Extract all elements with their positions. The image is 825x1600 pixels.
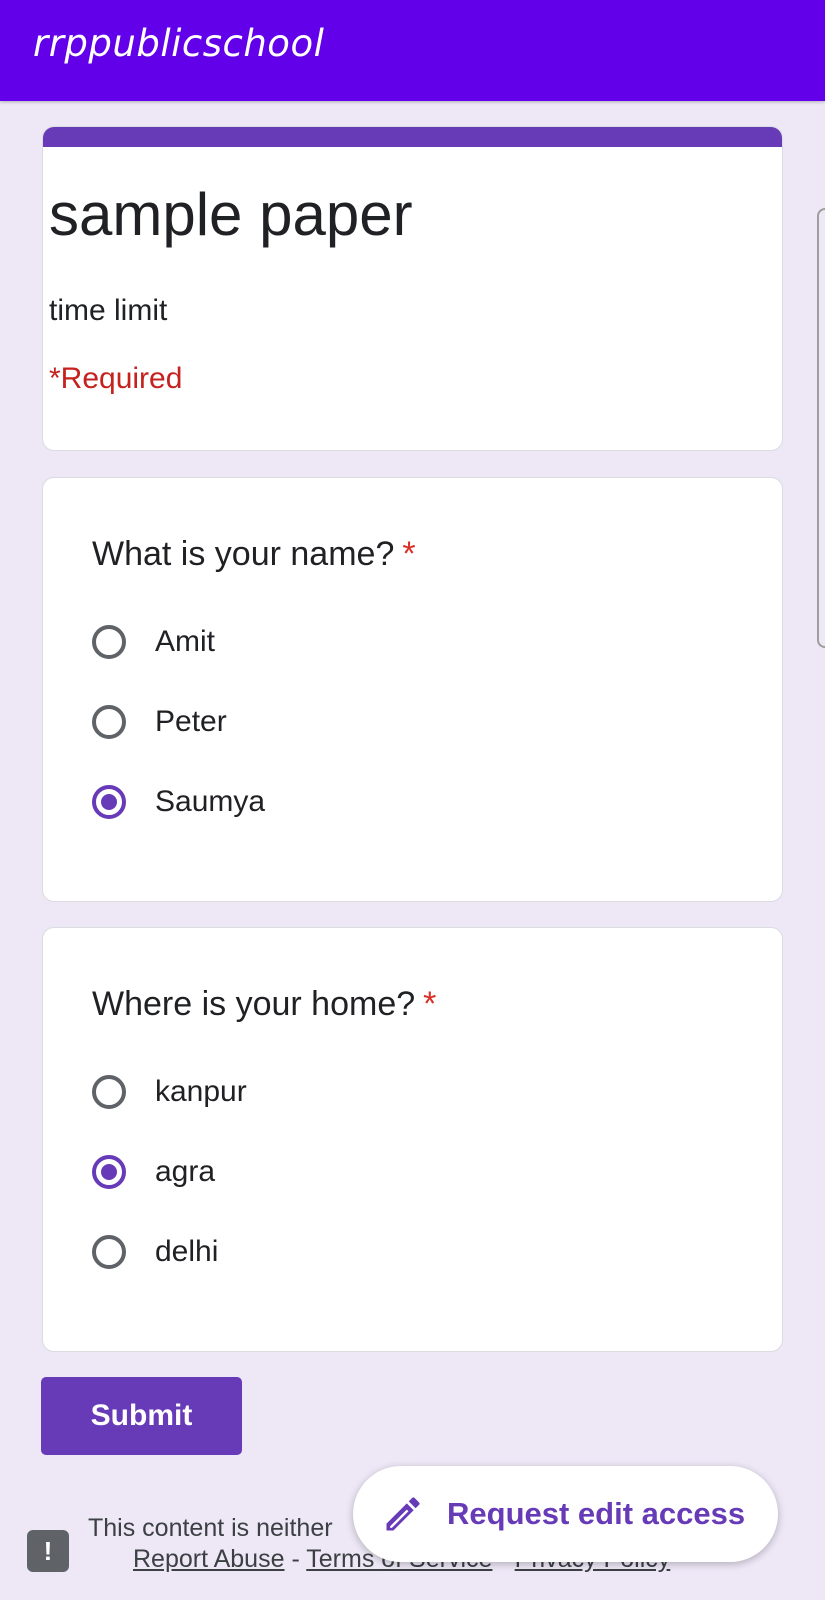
radio-option-peter[interactable]: Peter — [92, 697, 227, 747]
feedback-icon[interactable]: ! — [27, 1530, 69, 1572]
question-title-text: Where is your home? — [92, 985, 416, 1023]
app-header: rrppublicschool — [0, 0, 825, 101]
request-edit-label: Request edit access — [447, 1496, 746, 1531]
radio-button[interactable] — [92, 1235, 126, 1269]
form-description: time limit — [49, 294, 168, 327]
radio-option-delhi[interactable]: delhi — [92, 1227, 218, 1277]
submit-button[interactable]: Submit — [41, 1377, 242, 1455]
footer-notice: This content is neither — [88, 1514, 333, 1542]
scrollbar-edge[interactable] — [817, 208, 825, 648]
radio-button[interactable] — [92, 1075, 126, 1109]
radio-button[interactable] — [92, 705, 126, 739]
question-card-name: What is your name? * Amit Peter Saumya — [42, 477, 783, 902]
option-label: delhi — [155, 1235, 219, 1268]
header-accent-bar — [43, 127, 782, 147]
option-label: Amit — [155, 625, 215, 658]
radio-button-selected[interactable] — [92, 785, 126, 819]
footer-separator: - — [284, 1545, 307, 1573]
question-title: What is your name? * — [92, 535, 416, 574]
radio-button[interactable] — [92, 625, 126, 659]
question-title: Where is your home? * — [92, 985, 436, 1024]
required-note: *Required — [49, 362, 183, 395]
required-star: * — [423, 985, 437, 1023]
form-header-card — [42, 126, 783, 451]
option-label: Peter — [155, 705, 227, 738]
required-star: * — [402, 535, 416, 573]
app-brand: rrppublicschool — [33, 22, 325, 65]
report-abuse-link[interactable]: Report Abuse — [133, 1545, 285, 1573]
question-title-text: What is your name? — [92, 535, 395, 573]
radio-option-kanpur[interactable]: kanpur — [92, 1067, 247, 1117]
pencil-icon — [381, 1492, 425, 1536]
question-card-home: Where is your home? * kanpur agra delhi — [42, 927, 783, 1352]
radio-option-agra[interactable]: agra — [92, 1147, 215, 1197]
option-label: Saumya — [155, 785, 266, 818]
request-edit-access-button[interactable]: Request edit access — [353, 1466, 778, 1562]
radio-option-amit[interactable]: Amit — [92, 617, 215, 667]
form-title: sample paper — [49, 181, 413, 248]
radio-option-saumya[interactable]: Saumya — [92, 777, 265, 827]
option-label: agra — [155, 1155, 216, 1188]
radio-button-selected[interactable] — [92, 1155, 126, 1189]
option-label: kanpur — [155, 1075, 247, 1108]
